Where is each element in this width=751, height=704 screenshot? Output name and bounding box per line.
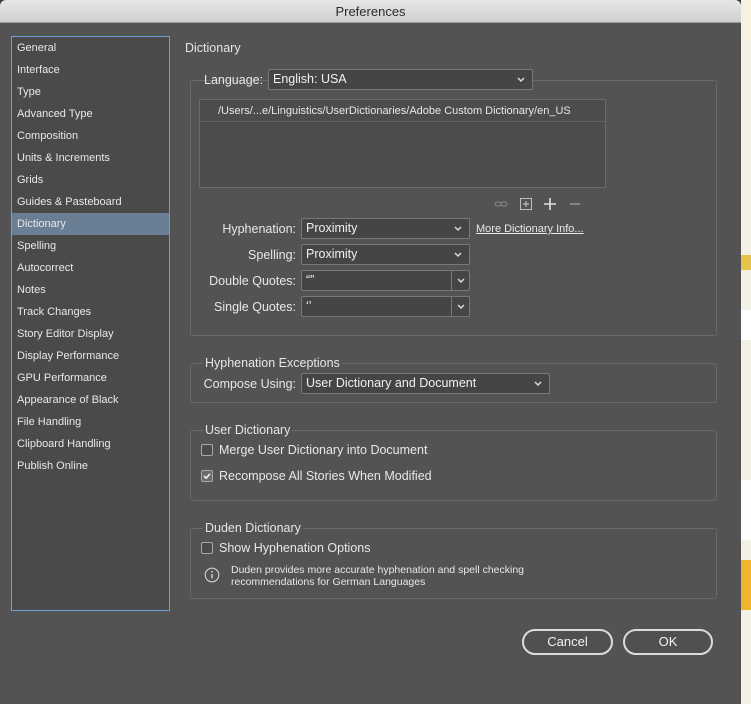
dictionary-heading: Dictionary [185,41,241,55]
show-hyphenation-options-label[interactable]: Show Hyphenation Options [219,541,370,555]
double-quotes-value: “” [306,273,315,287]
language-label: Language: [204,73,264,87]
add-dictionary-icon[interactable] [518,196,534,212]
merge-user-dictionary-label[interactable]: Merge User Dictionary into Document [219,443,427,457]
hyphenation-label: Hyphenation: [222,222,296,236]
spelling-label: Spelling: [248,248,296,262]
duden-info-line-2: recommendations for German Languages [231,576,426,588]
chevron-down-icon [457,278,465,283]
chevron-down-icon [454,252,462,257]
merge-user-dictionary-checkbox[interactable] [201,444,213,456]
chevron-down-icon [517,77,525,82]
sidebar-item-composition[interactable]: Composition [12,125,169,147]
hyphenation-value: Proximity [306,221,358,235]
compose-using-select[interactable]: User Dictionary and Document [301,373,550,394]
chevron-down-icon [534,381,542,386]
category-list[interactable]: General Interface Type Advanced Type Com… [11,36,170,611]
sidebar-item-dictionary[interactable]: Dictionary [12,213,169,235]
duden-dictionary-heading: Duden Dictionary [203,521,303,535]
recompose-stories-checkbox[interactable] [201,470,213,482]
double-quotes-label: Double Quotes: [209,274,296,288]
spelling-value: Proximity [306,247,358,261]
sidebar-item-autocorrect[interactable]: Autocorrect [12,257,169,279]
info-icon [204,567,220,583]
sidebar-item-display-performance[interactable]: Display Performance [12,345,169,367]
spelling-select[interactable]: Proximity [301,244,470,265]
duden-info-text: Duden provides more accurate hyphenation… [231,564,524,588]
single-quotes-label: Single Quotes: [214,300,296,314]
sidebar-item-units-increments[interactable]: Units & Increments [12,147,169,169]
link-icon[interactable] [493,196,509,212]
sidebar-item-gpu-performance[interactable]: GPU Performance [12,367,169,389]
sidebar-item-guides-pasteboard[interactable]: Guides & Pasteboard [12,191,169,213]
plus-icon[interactable] [542,196,558,212]
dictionary-list[interactable]: /Users/...e/Linguistics/UserDictionaries… [199,99,606,188]
sidebar-item-advanced-type[interactable]: Advanced Type [12,103,169,125]
sidebar-item-story-editor-display[interactable]: Story Editor Display [12,323,169,345]
sidebar-item-publish-online[interactable]: Publish Online [12,455,169,477]
double-quotes-dropdown-button[interactable] [451,271,469,290]
background-document-strip [741,0,751,704]
preferences-dialog: Preferences General Interface Type Advan… [0,0,741,704]
sidebar-item-notes[interactable]: Notes [12,279,169,301]
sidebar-item-appearance-of-black[interactable]: Appearance of Black [12,389,169,411]
user-dictionary-heading: User Dictionary [203,423,293,437]
compose-using-label: Compose Using: [203,377,296,391]
show-hyphenation-options-checkbox[interactable] [201,542,213,554]
user-dictionary-group [190,430,717,501]
sidebar-item-type[interactable]: Type [12,81,169,103]
sidebar-item-spelling[interactable]: Spelling [12,235,169,257]
ok-button[interactable]: OK [623,629,713,655]
sidebar-item-file-handling[interactable]: File Handling [12,411,169,433]
window-title: Preferences [0,0,741,23]
double-quotes-combo[interactable]: “” [301,270,470,291]
hyphenation-select[interactable]: Proximity [301,218,470,239]
dictionary-path-row[interactable]: /Users/...e/Linguistics/UserDictionaries… [200,100,605,122]
language-value: English: USA [273,72,347,86]
compose-using-value: User Dictionary and Document [306,376,477,390]
more-dictionary-info-link[interactable]: More Dictionary Info... [476,223,584,235]
language-select[interactable]: English: USA [268,69,533,90]
recompose-stories-label[interactable]: Recompose All Stories When Modified [219,469,432,483]
duden-info-line-1: Duden provides more accurate hyphenation… [231,564,525,576]
single-quotes-combo[interactable]: ‘’ [301,296,470,317]
sidebar-item-general[interactable]: General [12,37,169,59]
checkmark-icon [203,473,211,480]
hyphenation-exceptions-heading: Hyphenation Exceptions [203,356,342,370]
sidebar-item-track-changes[interactable]: Track Changes [12,301,169,323]
cancel-button[interactable]: Cancel [522,629,613,655]
chevron-down-icon [454,226,462,231]
minus-icon[interactable] [567,196,583,212]
sidebar-item-grids[interactable]: Grids [12,169,169,191]
sidebar-item-interface[interactable]: Interface [12,59,169,81]
single-quotes-dropdown-button[interactable] [451,297,469,316]
sidebar-item-clipboard-handling[interactable]: Clipboard Handling [12,433,169,455]
chevron-down-icon [457,304,465,309]
single-quotes-value: ‘’ [306,299,312,313]
